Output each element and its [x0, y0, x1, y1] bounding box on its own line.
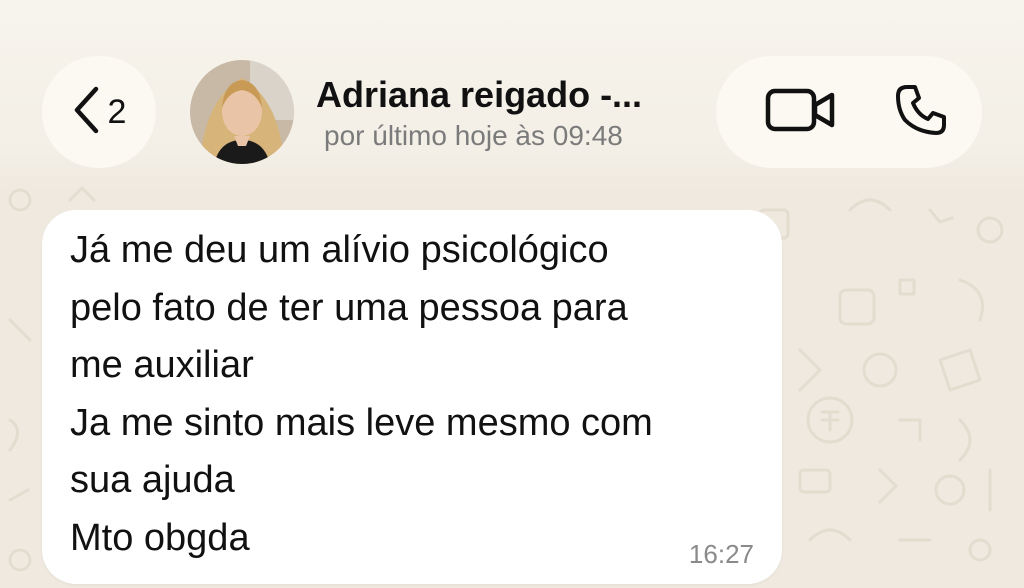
call-actions — [716, 56, 982, 168]
contact-avatar[interactable] — [190, 60, 294, 164]
phone-icon — [893, 82, 949, 143]
message-timestamp: 16:27 — [688, 539, 754, 569]
message-line: me auxiliar — [70, 344, 254, 386]
message-bubble[interactable]: Já me deu um alívio psicológico pelo fat… — [42, 210, 782, 584]
unread-count: 2 — [107, 93, 127, 131]
message-line: sua ajuda — [70, 459, 235, 501]
message-line: pelo fato de ter uma pessoa para — [70, 286, 628, 329]
voice-call-button[interactable] — [866, 56, 976, 168]
video-call-button[interactable] — [746, 56, 856, 168]
chevron-left-icon — [72, 85, 100, 140]
message-line: Já me deu um alívio psicológico — [70, 229, 609, 271]
message-line: Ja me sinto mais leve mesmo com — [70, 401, 653, 444]
video-call-icon — [765, 86, 837, 139]
last-seen-status: por último hoje às 09:48 — [324, 120, 623, 151]
message-line: Mto obgda — [70, 516, 250, 559]
message-text: Já me deu um alívio psicológico pelo fat… — [70, 222, 760, 567]
back-button[interactable]: 2 — [42, 56, 156, 168]
contact-name[interactable]: Adriana reigado -... — [316, 74, 642, 116]
chat-header: 2 Adriana reigado -... por último hoje à… — [0, 0, 1024, 192]
